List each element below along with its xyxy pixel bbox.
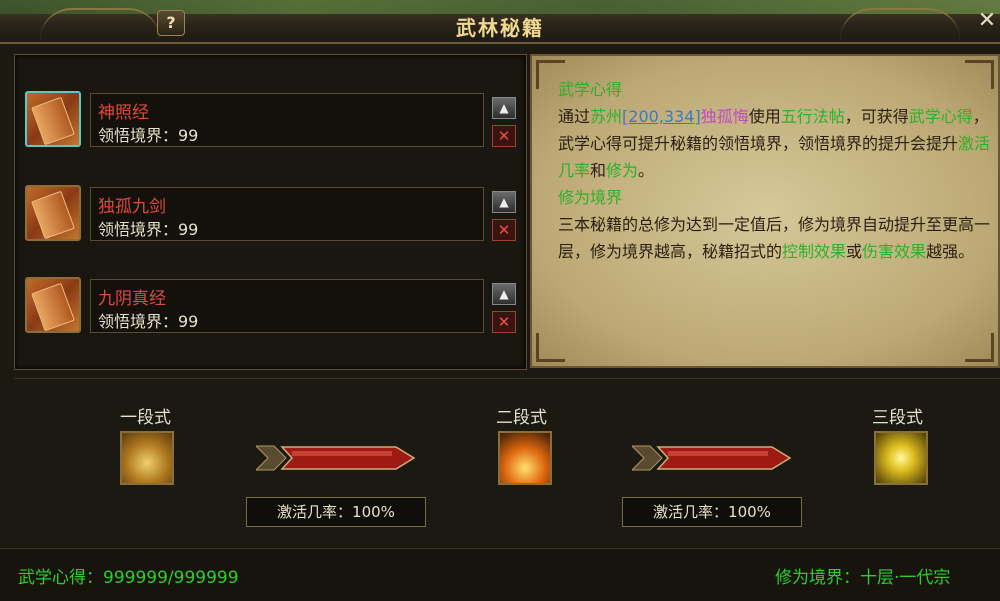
book-info: 神照经 领悟境界：99 [90, 93, 484, 147]
book-icon[interactable] [25, 91, 81, 147]
move-up-button[interactable]: ▲ [492, 191, 516, 213]
window-title: 武林秘籍 [456, 16, 544, 40]
info-heading: 修为境界 [558, 188, 623, 207]
info-paragraph: 三本秘籍的总修为达到一定值后，修为境界自动提升至更高一层，修为境界越高，秘籍招式… [558, 215, 991, 261]
book-name: 独孤九剑 [98, 197, 166, 217]
info-heading: 武学心得 [558, 80, 623, 99]
book-icon[interactable] [25, 185, 81, 241]
delete-icon: ✕ [497, 313, 511, 331]
stage-panel: 一段式 二段式 三段式 激活几率：100% 激活几率：100% [14, 378, 1000, 541]
arrow-up-icon: ▲ [499, 195, 509, 209]
book-row[interactable]: 独孤九剑 领悟境界：99 ▲ ✕ [25, 185, 520, 245]
corner-ornament [965, 333, 994, 362]
book-level: 领悟境界：99 [98, 312, 199, 331]
skill-icon-stage2[interactable] [498, 431, 552, 485]
progress-arrow [632, 445, 792, 471]
progress-arrow [256, 445, 416, 471]
book-row[interactable]: 神照经 领悟境界：99 ▲ ✕ [25, 91, 520, 151]
book-row[interactable]: 九阴真经 领悟境界：99 ▲ ✕ [25, 277, 520, 337]
info-panel: 武学心得 通过苏州[200,334]独孤悔使用五行法帖，可获得武学心得，武学心得… [530, 54, 1000, 368]
remove-book-button[interactable]: ✕ [492, 219, 516, 241]
help-button[interactable]: ? [157, 10, 185, 36]
book-name: 九阴真经 [98, 289, 166, 309]
skill-icon-stage1[interactable] [120, 431, 174, 485]
book-info: 独孤九剑 领悟境界：99 [90, 187, 484, 241]
close-icon: ✕ [977, 8, 997, 33]
arrow-up-icon: ▲ [499, 101, 509, 115]
title-bar: 武林秘籍 ? ✕ [0, 0, 1000, 44]
stage-label: 三段式 [872, 408, 923, 428]
stage-label: 二段式 [496, 408, 547, 428]
book-level: 领悟境界：99 [98, 220, 199, 239]
skill-icon-stage3[interactable] [874, 431, 928, 485]
delete-icon: ✕ [497, 127, 511, 145]
remove-book-button[interactable]: ✕ [492, 311, 516, 333]
close-button[interactable]: ✕ [975, 8, 999, 34]
coordinate-link[interactable]: [200,334] [622, 107, 701, 126]
activation-rate: 激活几率：100% [622, 497, 802, 527]
book-list-panel: 神照经 领悟境界：99 ▲ ✕ 独孤九剑 领悟境界：99 ▲ ✕ 九阴真经 领悟… [14, 54, 527, 370]
stage-label: 一段式 [120, 408, 171, 428]
remove-book-button[interactable]: ✕ [492, 125, 516, 147]
martial-arts-window: 武林秘籍 ? ✕ 神照经 领悟境界：99 ▲ ✕ 独孤九剑 领悟境界：99 ▲ … [0, 0, 1000, 601]
question-icon: ? [166, 13, 176, 32]
cultivation-realm-text: 修为境界：十层·一代宗 [775, 568, 951, 588]
move-up-button[interactable]: ▲ [492, 97, 516, 119]
book-name: 神照经 [98, 103, 149, 123]
book-icon[interactable] [25, 277, 81, 333]
status-footer: 武学心得：999999/999999 修为境界：十层·一代宗 [0, 548, 1000, 601]
martial-exp-text: 武学心得：999999/999999 [18, 568, 239, 588]
book-level: 领悟境界：99 [98, 126, 199, 145]
delete-icon: ✕ [497, 221, 511, 239]
info-paragraph: 通过苏州[200,334]独孤悔使用五行法帖，可获得武学心得，武学心得可提升秘籍… [558, 107, 991, 180]
book-info: 九阴真经 领悟境界：99 [90, 279, 484, 333]
corner-ornament [536, 333, 565, 362]
activation-rate: 激活几率：100% [246, 497, 426, 527]
info-text: 武学心得 通过苏州[200,334]独孤悔使用五行法帖，可获得武学心得，武学心得… [558, 76, 998, 265]
move-up-button[interactable]: ▲ [492, 283, 516, 305]
arrow-up-icon: ▲ [499, 287, 509, 301]
